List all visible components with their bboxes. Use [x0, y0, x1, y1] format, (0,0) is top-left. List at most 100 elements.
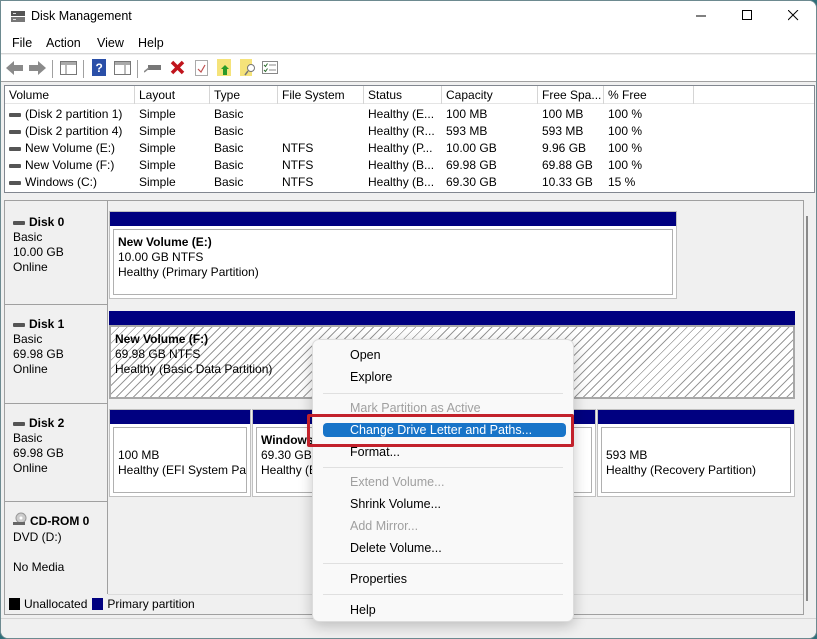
menu-view[interactable]: View: [97, 36, 124, 50]
legend: Unallocated Primary partition: [4, 595, 195, 613]
cd-drive-icon: [13, 512, 27, 530]
column-header-volume[interactable]: Volume: [5, 86, 135, 104]
list-settings-button[interactable]: [260, 59, 280, 79]
volume-icon: [9, 112, 21, 117]
cell-file-system: NTFS: [282, 175, 314, 189]
cdrom-0-label[interactable]: CD-ROM 0 DVD (D:) No Media: [5, 502, 108, 594]
close-button[interactable]: [770, 1, 816, 33]
maximize-icon: [741, 10, 753, 24]
column-header-percent-free[interactable]: % Free: [604, 86, 694, 104]
disk-management-window: Disk Management File Action View Help ?: [0, 0, 817, 639]
primary-partition-swatch: [92, 598, 104, 610]
menu-item-shrink-volume[interactable]: Shrink Volume...: [350, 495, 441, 513]
partition-efi-system[interactable]: 100 MB Healthy (EFI System Part: [109, 409, 251, 497]
primary-partition-bar: [598, 410, 794, 424]
connect-drive-button[interactable]: [143, 59, 163, 79]
disk-status: Online: [13, 461, 48, 475]
folder-search-button[interactable]: [238, 59, 258, 79]
volume-icon: [9, 180, 21, 185]
cell-percent-free: 100 %: [608, 107, 643, 121]
back-button[interactable]: [5, 59, 25, 79]
table-row[interactable]: (Disk 2 partition 1) Simple Basic Healthy (…: [5, 106, 814, 123]
connect-drive-icon: [143, 62, 162, 77]
column-header-free-space[interactable]: Free Spa...: [538, 86, 604, 104]
menu-item-open[interactable]: Open: [350, 346, 381, 364]
forward-button[interactable]: [27, 59, 47, 79]
column-header-status[interactable]: Status: [364, 86, 442, 104]
partition-new-volume-e[interactable]: New Volume (E:) 10.00 GB NTFS Healthy (P…: [109, 211, 677, 299]
disk-1-label[interactable]: Disk 1 Basic 69.98 GB Online: [5, 305, 108, 404]
column-header-layout[interactable]: Layout: [135, 86, 210, 104]
disk-type: Basic: [13, 431, 43, 445]
menu-file[interactable]: File: [12, 36, 32, 50]
menu-action[interactable]: Action: [46, 36, 81, 50]
folder-up-button[interactable]: [214, 59, 234, 79]
column-header-capacity[interactable]: Capacity: [442, 86, 538, 104]
disk-icon: [13, 421, 25, 426]
table-row[interactable]: (Disk 2 partition 4) Simple Basic Healthy (…: [5, 123, 814, 140]
disk-0-label[interactable]: Disk 0 Basic 10.00 GB Online: [5, 201, 108, 305]
properties-button[interactable]: [191, 59, 211, 79]
table-row[interactable]: Windows (C:) Simple Basic NTFS Healthy (B...…: [5, 174, 814, 191]
cell-volume: Windows (C:): [5, 174, 97, 191]
column-header-type[interactable]: Type: [210, 86, 278, 104]
column-header-file-system[interactable]: File System: [278, 86, 364, 104]
partition-name: New Volume (E:): [118, 235, 212, 249]
toolbar-separator: [83, 60, 84, 78]
table-row[interactable]: New Volume (F:) Simple Basic NTFS Healthy (B…: [5, 157, 814, 174]
minimize-button[interactable]: [678, 1, 724, 33]
cell-layout: Simple: [139, 124, 176, 138]
volume-icon: [9, 163, 21, 168]
title-bar: Disk Management: [1, 1, 816, 33]
disk-icon: [13, 220, 25, 225]
disk-status: Online: [13, 362, 48, 376]
table-row[interactable]: New Volume (E:) Simple Basic NTFS Healthy (P…: [5, 140, 814, 157]
maximize-button[interactable]: [724, 1, 770, 33]
menu-item-properties[interactable]: Properties: [350, 570, 407, 588]
show-hide-action-pane-button[interactable]: [112, 59, 132, 79]
cell-percent-free: 100 %: [608, 141, 643, 155]
partition-status: Healthy (EFI System Part: [118, 463, 247, 477]
disk-name: Disk 0: [29, 215, 65, 229]
list-settings-icon: [262, 61, 278, 77]
disk-management-app-icon: [10, 10, 26, 23]
context-menu: Open Explore Mark Partition as Active Ch…: [312, 339, 574, 622]
cell-type: Basic: [214, 175, 244, 189]
cell-percent-free: 100 %: [608, 124, 643, 138]
partition-recovery[interactable]: 593 MB Healthy (Recovery Partition): [597, 409, 795, 497]
partition-size: 593 MB: [606, 448, 648, 462]
volume-name: (Disk 2 partition 4): [25, 124, 123, 138]
vertical-scrollbar[interactable]: [806, 216, 808, 601]
partition-info: 100 MB Healthy (EFI System Part: [113, 427, 247, 493]
cell-free-space: 10.33 GB: [542, 175, 593, 189]
cell-layout: Simple: [139, 158, 176, 172]
cell-volume: (Disk 2 partition 4): [5, 123, 122, 140]
cell-capacity: 593 MB: [446, 124, 488, 138]
svg-text:?: ?: [96, 61, 103, 75]
menu-help[interactable]: Help: [138, 36, 164, 50]
partition-size: 100 MB: [118, 448, 160, 462]
primary-partition-bar: [109, 311, 795, 325]
toolbar: ?: [1, 55, 816, 82]
delete-button[interactable]: [167, 59, 187, 79]
volume-name: New Volume (E:): [25, 141, 116, 155]
cell-capacity: 69.98 GB: [446, 158, 497, 172]
disk-size: 69.98 GB: [13, 446, 64, 460]
menu-item-explore[interactable]: Explore: [350, 368, 392, 386]
partition-info: New Volume (E:) 10.00 GB NTFS Healthy (P…: [113, 229, 673, 295]
volume-list: Volume Layout Type File System Status Ca…: [4, 85, 815, 193]
show-hide-action-pane-icon: [113, 60, 131, 78]
show-hide-console-tree-button[interactable]: [58, 59, 78, 79]
partition-size: 10.00 GB NTFS: [118, 250, 204, 264]
help-button[interactable]: ?: [89, 59, 109, 79]
cell-layout: Simple: [139, 107, 176, 121]
partition-info: 593 MB Healthy (Recovery Partition): [601, 427, 791, 493]
cell-file-system: NTFS: [282, 158, 314, 172]
folder-up-icon: [217, 59, 231, 79]
cell-type: Basic: [214, 124, 244, 138]
disk-2-label[interactable]: Disk 2 Basic 69.98 GB Online: [5, 404, 108, 502]
menu-item-help[interactable]: Help: [350, 601, 376, 619]
cell-capacity: 100 MB: [446, 107, 488, 121]
menu-item-delete-volume[interactable]: Delete Volume...: [350, 539, 442, 557]
volume-icon: [9, 129, 21, 134]
